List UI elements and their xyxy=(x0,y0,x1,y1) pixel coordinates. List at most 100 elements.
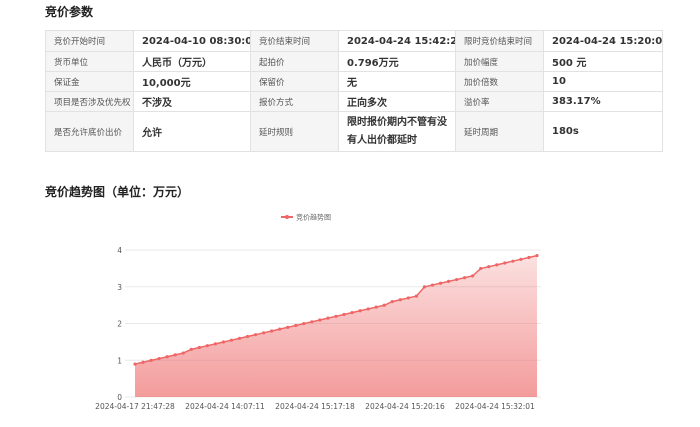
data-point xyxy=(487,265,491,269)
data-point xyxy=(422,285,427,289)
data-point xyxy=(406,296,410,300)
data-point xyxy=(318,318,322,322)
data-point xyxy=(157,356,161,361)
data-point xyxy=(205,344,209,348)
data-point xyxy=(262,331,266,335)
param-value: 2024-04-24 15:20:00 xyxy=(543,30,663,52)
params-table: 竞价开始时间 2024-04-10 08:30:00 竞价结束时间 2024-04-2… xyxy=(45,30,663,152)
data-point xyxy=(165,355,169,359)
data-point xyxy=(270,329,274,333)
data-point xyxy=(519,257,523,261)
param-value: 10,000元 xyxy=(133,71,251,92)
param-label: 保证金 xyxy=(45,71,134,92)
param-value: 人民币（万元） xyxy=(133,51,251,72)
trend-section-title: 竞价趋势图（单位：万元） xyxy=(45,185,190,199)
data-point xyxy=(511,259,515,263)
data-point xyxy=(382,303,386,307)
params-row: 货币单位 人民币（万元） 起拍价 0.796万元 加价幅度 500 元 xyxy=(45,51,663,72)
data-point xyxy=(294,323,298,328)
x-tick-label: 2024-04-24 15:17:18 xyxy=(275,402,355,411)
data-point xyxy=(149,358,153,362)
data-point xyxy=(237,336,242,340)
param-value: 2024-04-10 08:30:00 xyxy=(133,30,251,52)
x-tick-label: 2024-04-24 15:32:01 xyxy=(455,402,535,411)
data-point xyxy=(535,254,539,258)
data-point xyxy=(463,276,467,280)
data-point xyxy=(390,300,394,304)
param-label: 竞价开始时间 xyxy=(45,30,134,52)
params-section-title: 竞价参数 xyxy=(45,5,94,19)
params-row: 项目是否涉及优先权 不涉及 报价方式 正向多次 溢价率 383.17% xyxy=(45,91,663,112)
data-point xyxy=(302,322,306,326)
param-label: 加价幅度 xyxy=(455,51,544,72)
x-tick-label: 2024-04-17 21:47:28 xyxy=(95,402,175,411)
param-value: 10 xyxy=(543,71,663,92)
data-point xyxy=(350,311,354,315)
data-point xyxy=(374,305,378,309)
param-value: 正向多次 xyxy=(338,91,456,112)
param-value: 无 xyxy=(338,71,456,92)
data-point xyxy=(229,338,234,342)
data-point xyxy=(213,342,217,346)
param-label: 限时竞价结束时间 xyxy=(455,30,544,52)
data-point xyxy=(221,340,226,344)
param-value: 383.17% xyxy=(543,91,663,112)
data-point xyxy=(342,312,346,317)
data-point xyxy=(133,362,137,366)
data-point xyxy=(197,345,201,350)
y-tick-label: 3 xyxy=(117,283,122,292)
data-point xyxy=(414,294,418,298)
param-label: 项目是否涉及优先权 xyxy=(45,91,134,112)
y-tick-label: 0 xyxy=(117,393,122,402)
legend-dot-icon xyxy=(285,215,289,219)
param-value: 2024-04-24 15:42:24 xyxy=(338,30,456,52)
data-point xyxy=(471,274,475,278)
param-label: 起拍价 xyxy=(250,51,339,72)
bid-trend-chart: 竞价趋势图 0 1 2 3 4 2024-04-17 21:47:28 2024-04-24… xyxy=(95,213,541,411)
params-row: 竞价开始时间 2024-04-10 08:30:00 竞价结束时间 2024-04-2… xyxy=(45,30,663,52)
data-point xyxy=(286,325,290,329)
data-point xyxy=(326,316,330,320)
param-label: 保留价 xyxy=(250,71,339,92)
x-tick-label: 2024-04-24 15:20:16 xyxy=(365,402,445,411)
data-point xyxy=(366,307,370,311)
params-row: 保证金 10,000元 保留价无加价倍数 10 xyxy=(45,71,663,92)
data-point xyxy=(455,277,459,282)
legend-label: 竞价趋势图 xyxy=(296,213,331,222)
param-label: 是否允许底价出价 xyxy=(45,111,134,152)
x-tick-label: 2024-04-24 14:07:11 xyxy=(185,402,265,411)
data-point xyxy=(245,334,250,339)
param-value: 允许 xyxy=(133,111,251,152)
data-point xyxy=(358,309,362,313)
param-value: 不涉及 xyxy=(133,91,251,112)
data-point xyxy=(430,283,435,287)
param-label: 加价倍数 xyxy=(455,71,544,92)
params-row: 是否允许底价出价 允许 延时规则 限时报价期内不管有没有人出价都延时 延时周期 180s xyxy=(45,111,663,152)
param-value: 500 元 xyxy=(543,51,663,72)
param-label: 报价方式 xyxy=(250,91,339,112)
param-value: 0.796万元 xyxy=(338,51,456,72)
data-point xyxy=(479,266,483,271)
series-area xyxy=(135,255,537,397)
data-point xyxy=(503,261,507,265)
param-value: 180s xyxy=(543,111,663,152)
data-point xyxy=(527,255,531,260)
param-label: 延时周期 xyxy=(455,111,544,152)
data-point xyxy=(181,351,185,355)
param-label: 货币单位 xyxy=(45,51,134,72)
data-point xyxy=(334,314,338,318)
data-point xyxy=(254,333,258,337)
param-label: 溢价率 xyxy=(455,91,544,112)
param-label: 竞价结束时间 xyxy=(250,30,339,52)
data-point xyxy=(278,327,282,331)
data-point xyxy=(495,263,499,267)
y-tick-label: 4 xyxy=(117,246,122,255)
data-point xyxy=(310,320,314,324)
param-value: 限时报价期内不管有没有人出价都延时 xyxy=(338,111,456,152)
param-label: 延时规则 xyxy=(250,111,339,152)
y-tick-label: 1 xyxy=(117,356,122,365)
data-point xyxy=(446,279,451,283)
data-point xyxy=(189,347,193,351)
data-point xyxy=(141,360,145,364)
data-point xyxy=(438,281,443,285)
